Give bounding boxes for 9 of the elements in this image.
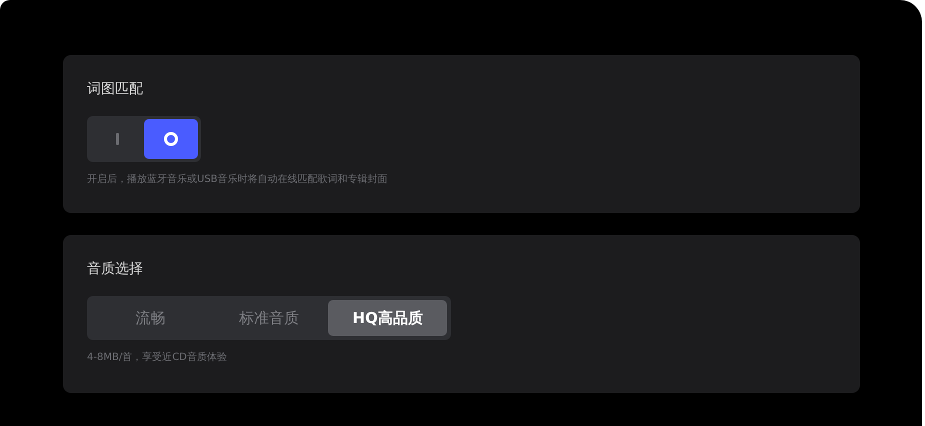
toggle-switch[interactable] [87,116,201,162]
hint-text: 4-8MB/首，享受近CD音质体验 [87,350,227,365]
quality-option[interactable]: 标准音质 [210,300,328,336]
section-title: 词图匹配 [87,80,143,99]
quality-option[interactable]: HQ高品质 [328,300,448,336]
section-title: 音质选择 [87,260,143,279]
hint-text: 开启后，播放蓝牙音乐或USB音乐时将自动在线匹配歌词和专辑封面 [87,172,388,187]
quality-option[interactable]: 流畅 [91,300,210,336]
off-bar-icon [116,133,118,145]
